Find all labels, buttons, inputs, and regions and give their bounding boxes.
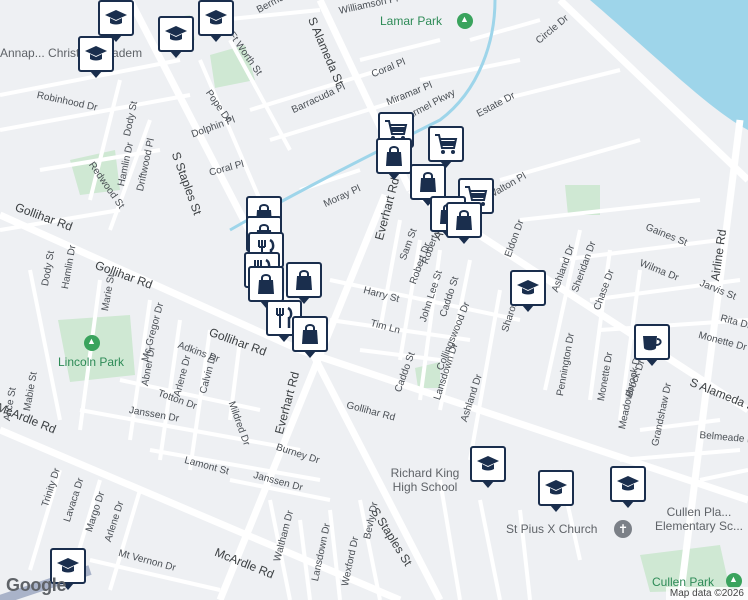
shopping-marker[interactable]	[286, 262, 322, 304]
bay-water	[590, 0, 748, 130]
cafe-marker[interactable]	[634, 324, 670, 366]
shopping-marker[interactable]	[410, 164, 446, 206]
church-icon: ✝	[614, 520, 632, 538]
school-marker[interactable]	[510, 270, 546, 312]
school-marker[interactable]	[198, 0, 234, 42]
cullen-place-label: Cullen Pla... Elementary Sc...	[654, 505, 744, 533]
map-attribution[interactable]: Map data ©2026	[665, 587, 748, 600]
school-marker[interactable]	[78, 36, 114, 78]
st-pius-label: St Pius X Church	[506, 522, 598, 536]
shopping-marker[interactable]	[376, 138, 412, 180]
map-canvas[interactable]: Bermuda Pl Williamson Pl S Alameda St Ft…	[0, 0, 748, 600]
lamar-park-label: Lamar Park	[380, 14, 443, 28]
shopping-marker[interactable]	[446, 202, 482, 244]
school-marker[interactable]	[538, 470, 574, 512]
shopping-marker[interactable]	[292, 316, 328, 358]
park-tree-icon	[84, 335, 100, 351]
school-marker[interactable]	[470, 446, 506, 488]
park-tree-icon	[457, 13, 473, 29]
school-marker[interactable]	[610, 466, 646, 508]
shopping-marker[interactable]	[248, 266, 284, 308]
school-marker[interactable]	[158, 16, 194, 58]
cart-marker[interactable]	[428, 126, 464, 168]
google-logo: Google	[6, 575, 67, 595]
school-marker[interactable]	[98, 0, 134, 42]
richard-king-label: Richard King High School	[390, 466, 460, 494]
lincoln-park-label: Lincoln Park	[58, 355, 125, 369]
